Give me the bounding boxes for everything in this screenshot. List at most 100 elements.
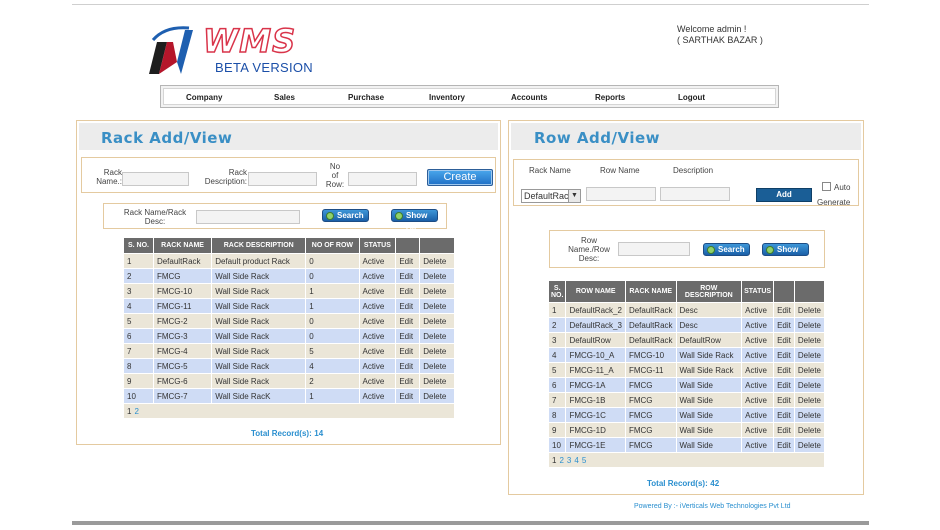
delete-link[interactable]: Delete	[419, 328, 455, 344]
rack-cell: FMCG-7	[152, 388, 213, 404]
row-cell: FMCG-10	[624, 347, 677, 363]
nav-inventory[interactable]: Inventory	[429, 93, 465, 102]
edit-link[interactable]: Edit	[395, 358, 421, 374]
edit-link[interactable]: Edit	[773, 362, 795, 378]
row-cell: FMCG	[624, 422, 677, 438]
table-row: 2 FMCG Wall Side Rack 0 Active Edit Delete	[123, 268, 455, 284]
row-cell: FMCG-11_A	[565, 362, 626, 378]
row-cell: 8	[547, 407, 567, 423]
rack-search-input[interactable]	[196, 210, 300, 224]
table-row: 10 FMCG-7 Wall Side RacK 1 Active Edit Delete	[123, 388, 455, 404]
row-show-all-button[interactable]: Show All	[762, 243, 809, 265]
edit-link[interactable]: Edit	[773, 392, 795, 408]
page-link[interactable]: 1	[552, 456, 556, 465]
edit-link[interactable]: Edit	[395, 298, 421, 314]
auto-generate-checkbox[interactable]	[822, 182, 831, 191]
delete-link[interactable]: Delete	[793, 302, 826, 318]
edit-link[interactable]: Edit	[395, 268, 421, 284]
rack-description-input[interactable]	[248, 172, 317, 186]
edit-link[interactable]: Edit	[773, 317, 795, 333]
delete-link[interactable]: Delete	[793, 317, 826, 333]
edit-link[interactable]: Edit	[773, 347, 795, 363]
nav-accounts[interactable]: Accounts	[511, 93, 547, 102]
row-cell: Wall Side	[675, 392, 743, 408]
delete-link[interactable]: Delete	[419, 373, 455, 389]
edit-link[interactable]: Edit	[395, 283, 421, 299]
row-cell: FMCG-1C	[565, 407, 626, 423]
edit-link[interactable]: Edit	[395, 313, 421, 329]
row-cell: 5	[547, 362, 567, 378]
edit-link[interactable]: Edit	[395, 328, 421, 344]
edit-link[interactable]: Edit	[395, 253, 421, 269]
rack-cell: Wall Side Rack	[211, 313, 307, 329]
edit-link[interactable]: Edit	[773, 332, 795, 348]
row-search-box: Row Name./Row Desc: Search Show All	[549, 230, 825, 268]
edit-link[interactable]: Edit	[773, 422, 795, 438]
rack-col-description: RACK DESCRIPTION	[211, 237, 307, 254]
delete-link[interactable]: Delete	[419, 358, 455, 374]
rack-cell: 9	[123, 373, 154, 389]
delete-link[interactable]: Delete	[793, 407, 826, 423]
edit-link[interactable]: Edit	[395, 388, 421, 404]
row-search-input[interactable]	[618, 242, 690, 256]
page-link[interactable]: 5	[582, 456, 586, 465]
edit-link[interactable]: Edit	[773, 377, 795, 393]
row-name-input[interactable]	[586, 187, 656, 201]
rack-search-button[interactable]: Search	[322, 209, 369, 222]
row-cell: FMCG-1B	[565, 392, 626, 408]
delete-link[interactable]: Delete	[419, 298, 455, 314]
page-link[interactable]: 1	[127, 407, 131, 416]
rack-show-all-button[interactable]: Show All	[391, 209, 438, 231]
page-link[interactable]: 3	[567, 456, 571, 465]
nav-sales[interactable]: Sales	[274, 93, 295, 102]
edit-link[interactable]: Edit	[773, 437, 795, 453]
delete-link[interactable]: Delete	[419, 313, 455, 329]
generate-label: Generate	[817, 198, 851, 207]
row-form: Rack Name Row Name Description DefaultRa…	[513, 159, 859, 207]
table-row: 5 FMCG-11_A FMCG-11 Wall Side Rack Active Edi…	[547, 362, 826, 378]
delete-link[interactable]: Delete	[793, 362, 826, 378]
edit-link[interactable]: Edit	[395, 373, 421, 389]
delete-link[interactable]: Delete	[419, 253, 455, 269]
search-icon	[707, 246, 715, 254]
rack-cell: FMCG-2	[152, 313, 213, 329]
nav-purchase[interactable]: Purchase	[348, 93, 384, 102]
delete-link[interactable]: Delete	[419, 268, 455, 284]
add-button[interactable]: Add	[756, 188, 812, 202]
row-search-button[interactable]: Search	[703, 243, 750, 256]
delete-link[interactable]: Delete	[793, 347, 826, 363]
delete-link[interactable]: Delete	[793, 332, 826, 348]
rack-panel-title: Rack Add/View	[101, 129, 233, 147]
delete-link[interactable]: Delete	[793, 437, 826, 453]
page-link[interactable]: 4	[574, 456, 578, 465]
nav-logout[interactable]: Logout	[678, 93, 705, 102]
rack-select[interactable]: DefaultRack ▼	[521, 189, 581, 203]
page-link[interactable]: 2	[559, 456, 563, 465]
edit-link[interactable]: Edit	[773, 302, 795, 318]
row-pager: 12345	[548, 452, 825, 468]
rack-cell: Active	[358, 313, 397, 329]
delete-link[interactable]: Delete	[419, 283, 455, 299]
page-link[interactable]: 2	[134, 407, 138, 416]
row-col-status: STATUS	[741, 280, 775, 303]
rack-form: Rack Name.: Rack Description: No of Row: Cre…	[81, 157, 496, 193]
delete-link[interactable]: Delete	[793, 377, 826, 393]
edit-link[interactable]: Edit	[773, 407, 795, 423]
no-of-row-input[interactable]	[348, 172, 417, 186]
row-col-rack-name: RACK NAME	[624, 280, 677, 303]
nav-reports[interactable]: Reports	[595, 93, 625, 102]
rack-cell: 0	[305, 328, 360, 344]
delete-link[interactable]: Delete	[793, 392, 826, 408]
delete-link[interactable]: Delete	[419, 388, 455, 404]
create-button[interactable]: Create	[427, 169, 493, 186]
rack-cell: Wall Side Rack	[211, 268, 307, 284]
edit-link[interactable]: Edit	[395, 343, 421, 359]
nav-company[interactable]: Company	[186, 93, 222, 102]
delete-link[interactable]: Delete	[793, 422, 826, 438]
rack-name-input[interactable]	[122, 172, 189, 186]
row-cell: FMCG	[624, 377, 677, 393]
row-col-name: ROW NAME	[565, 280, 626, 303]
delete-link[interactable]: Delete	[419, 343, 455, 359]
row-description-input[interactable]	[660, 187, 730, 201]
logo-subtitle: BETA VERSION	[215, 60, 313, 75]
